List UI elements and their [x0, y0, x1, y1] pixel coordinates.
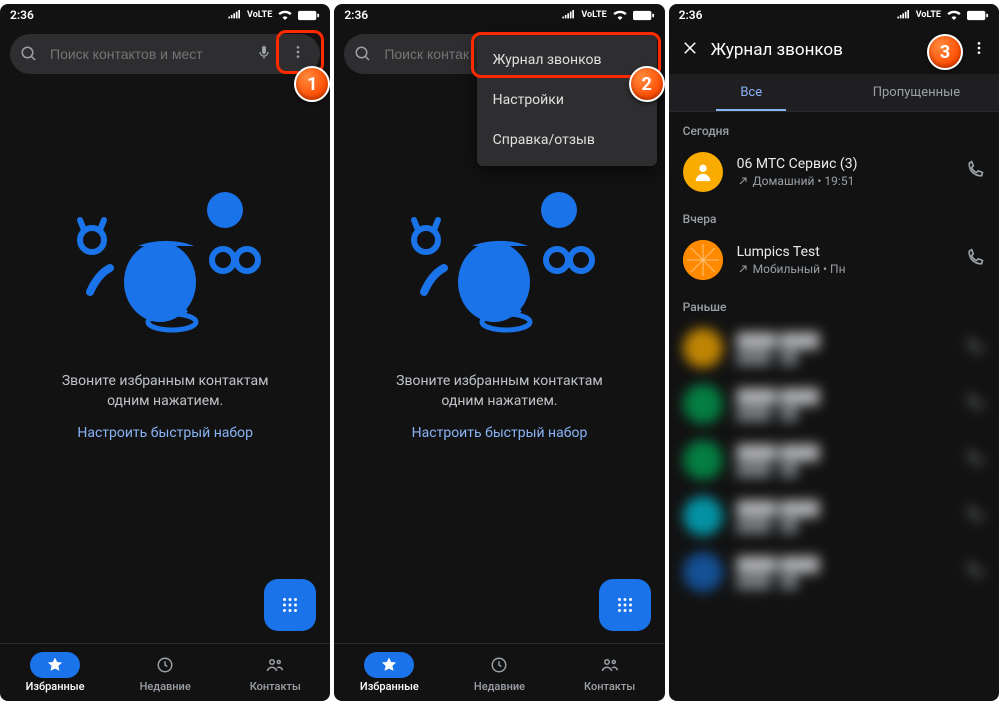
menu-call-log[interactable]: Журнал звонков — [477, 40, 657, 80]
contacts-icon — [601, 656, 619, 674]
menu-settings[interactable]: Настройки — [477, 80, 657, 120]
empty-favorites: Звоните избранным контактам одним нажати… — [0, 82, 330, 643]
avatar — [683, 328, 723, 368]
call-row-blurred[interactable]: ████ ████████ • ██ — [679, 488, 989, 544]
call-icon[interactable] — [965, 336, 985, 360]
call-sub: Домашний • 19:51 — [737, 174, 951, 188]
nav-favorites-label: Избранные — [26, 680, 85, 693]
avatar — [683, 440, 723, 480]
avatar — [683, 552, 723, 592]
nav-contacts-label: Контакты — [250, 680, 301, 693]
favorites-illustration — [50, 182, 280, 342]
nav-favorites-label: Избранные — [360, 680, 419, 693]
history-title: Журнал звонков — [711, 40, 959, 60]
mic-icon[interactable] — [252, 40, 276, 68]
status-time: 2:36 — [679, 8, 703, 22]
nav-contacts[interactable]: Контакты — [220, 644, 330, 701]
empty-link[interactable]: Настроить быстрый набор — [412, 425, 588, 441]
close-icon[interactable] — [681, 39, 699, 62]
section-yesterday: Вчера — [679, 200, 989, 232]
battery-icon — [967, 10, 989, 21]
avatar — [683, 240, 723, 280]
avatar — [683, 152, 723, 192]
history-list[interactable]: Сегодня 06 MTC Сервис (3) Домашний • 19:… — [669, 112, 999, 701]
star-icon — [380, 656, 398, 674]
status-time: 2:36 — [344, 8, 368, 22]
clock-icon — [490, 656, 508, 674]
status-time: 2:36 — [10, 8, 34, 22]
section-today: Сегодня — [679, 112, 989, 144]
menu-help[interactable]: Справка/отзыв — [477, 120, 657, 160]
battery-icon — [633, 10, 655, 21]
nav-contacts-label: Контакты — [584, 680, 635, 693]
dialpad-fab[interactable] — [264, 579, 316, 631]
bottom-nav: Избранные Недавние Контакты — [334, 643, 664, 701]
empty-title: Звоните избранным контактам одним нажати… — [374, 372, 624, 411]
call-name: 06 MTC Сервис (3) — [737, 156, 951, 172]
nav-favorites[interactable]: Избранные — [0, 644, 110, 701]
screen-3-history: 2:36 VoLTE Журнал звонков Все Пропущенны… — [669, 4, 999, 701]
wifi-icon — [277, 10, 293, 20]
empty-title: Звоните избранным контактам одним нажати… — [40, 372, 290, 411]
star-icon — [46, 656, 64, 674]
contacts-icon — [266, 656, 284, 674]
section-earlier: Раньше — [679, 288, 989, 320]
call-icon[interactable] — [965, 248, 985, 272]
screen-1-favorites: 2:36 VoLTE — [0, 4, 330, 701]
call-icon[interactable] — [965, 392, 985, 416]
tab-missed[interactable]: Пропущенные — [834, 74, 999, 111]
call-icon[interactable] — [965, 560, 985, 584]
status-bar: 2:36 VoLTE — [334, 4, 664, 26]
outgoing-icon — [737, 263, 749, 275]
status-bar: 2:36 VoLTE — [0, 4, 330, 26]
search-bar[interactable] — [10, 34, 320, 74]
avatar — [683, 496, 723, 536]
call-icon[interactable] — [965, 504, 985, 528]
search-icon — [20, 45, 38, 63]
nav-recent[interactable]: Недавние — [110, 644, 220, 701]
call-row-blurred[interactable]: ████ ████████ • ██ — [679, 544, 989, 600]
call-row[interactable]: 06 MTC Сервис (3) Домашний • 19:51 — [679, 144, 989, 200]
more-icon[interactable] — [971, 40, 987, 61]
nav-favorites[interactable]: Избранные — [334, 644, 444, 701]
wifi-icon — [612, 10, 628, 20]
empty-link[interactable]: Настроить быстрый набор — [77, 425, 253, 441]
clock-icon — [156, 656, 174, 674]
signal-icon — [228, 10, 242, 20]
more-icon[interactable] — [286, 40, 310, 68]
volte-label: VoLTE — [916, 10, 941, 20]
outgoing-icon — [737, 175, 749, 187]
history-header: Журнал звонков — [669, 26, 999, 74]
empty-favorites: Звоните избранным контактам одним нажати… — [334, 82, 664, 643]
avatar — [683, 384, 723, 424]
status-bar: 2:36 VoLTE — [669, 4, 999, 26]
volte-label: VoLTE — [581, 10, 606, 20]
call-row-blurred[interactable]: ████ ████████ • ██ — [679, 320, 989, 376]
nav-contacts[interactable]: Контакты — [555, 644, 665, 701]
nav-recent[interactable]: Недавние — [444, 644, 554, 701]
call-icon[interactable] — [965, 160, 985, 184]
battery-icon — [298, 10, 320, 21]
nav-recent-label: Недавние — [140, 680, 191, 693]
call-row-blurred[interactable]: ████ ████████ • ██ — [679, 432, 989, 488]
call-row[interactable]: Lumpics Test Мобильный • Пн — [679, 232, 989, 288]
call-name: Lumpics Test — [737, 244, 951, 260]
volte-label: VoLTE — [247, 10, 272, 20]
bottom-nav: Избранные Недавние Контакты — [0, 643, 330, 701]
screen-2-menu: 2:36 VoLTE — [334, 4, 664, 701]
wifi-icon — [946, 10, 962, 20]
search-icon — [354, 45, 372, 63]
favorites-illustration — [384, 182, 614, 342]
signal-icon — [562, 10, 576, 20]
search-input[interactable] — [48, 45, 242, 63]
call-row-blurred[interactable]: ████ ████████ • ██ — [679, 376, 989, 432]
signal-icon — [897, 10, 911, 20]
tab-all[interactable]: Все — [669, 74, 834, 111]
dialpad-fab[interactable] — [599, 579, 651, 631]
call-sub: Мобильный • Пн — [737, 262, 951, 276]
call-icon[interactable] — [965, 448, 985, 472]
history-tabs: Все Пропущенные — [669, 74, 999, 112]
overflow-menu: Журнал звонков Настройки Справка/отзыв — [477, 34, 657, 166]
nav-recent-label: Недавние — [474, 680, 525, 693]
